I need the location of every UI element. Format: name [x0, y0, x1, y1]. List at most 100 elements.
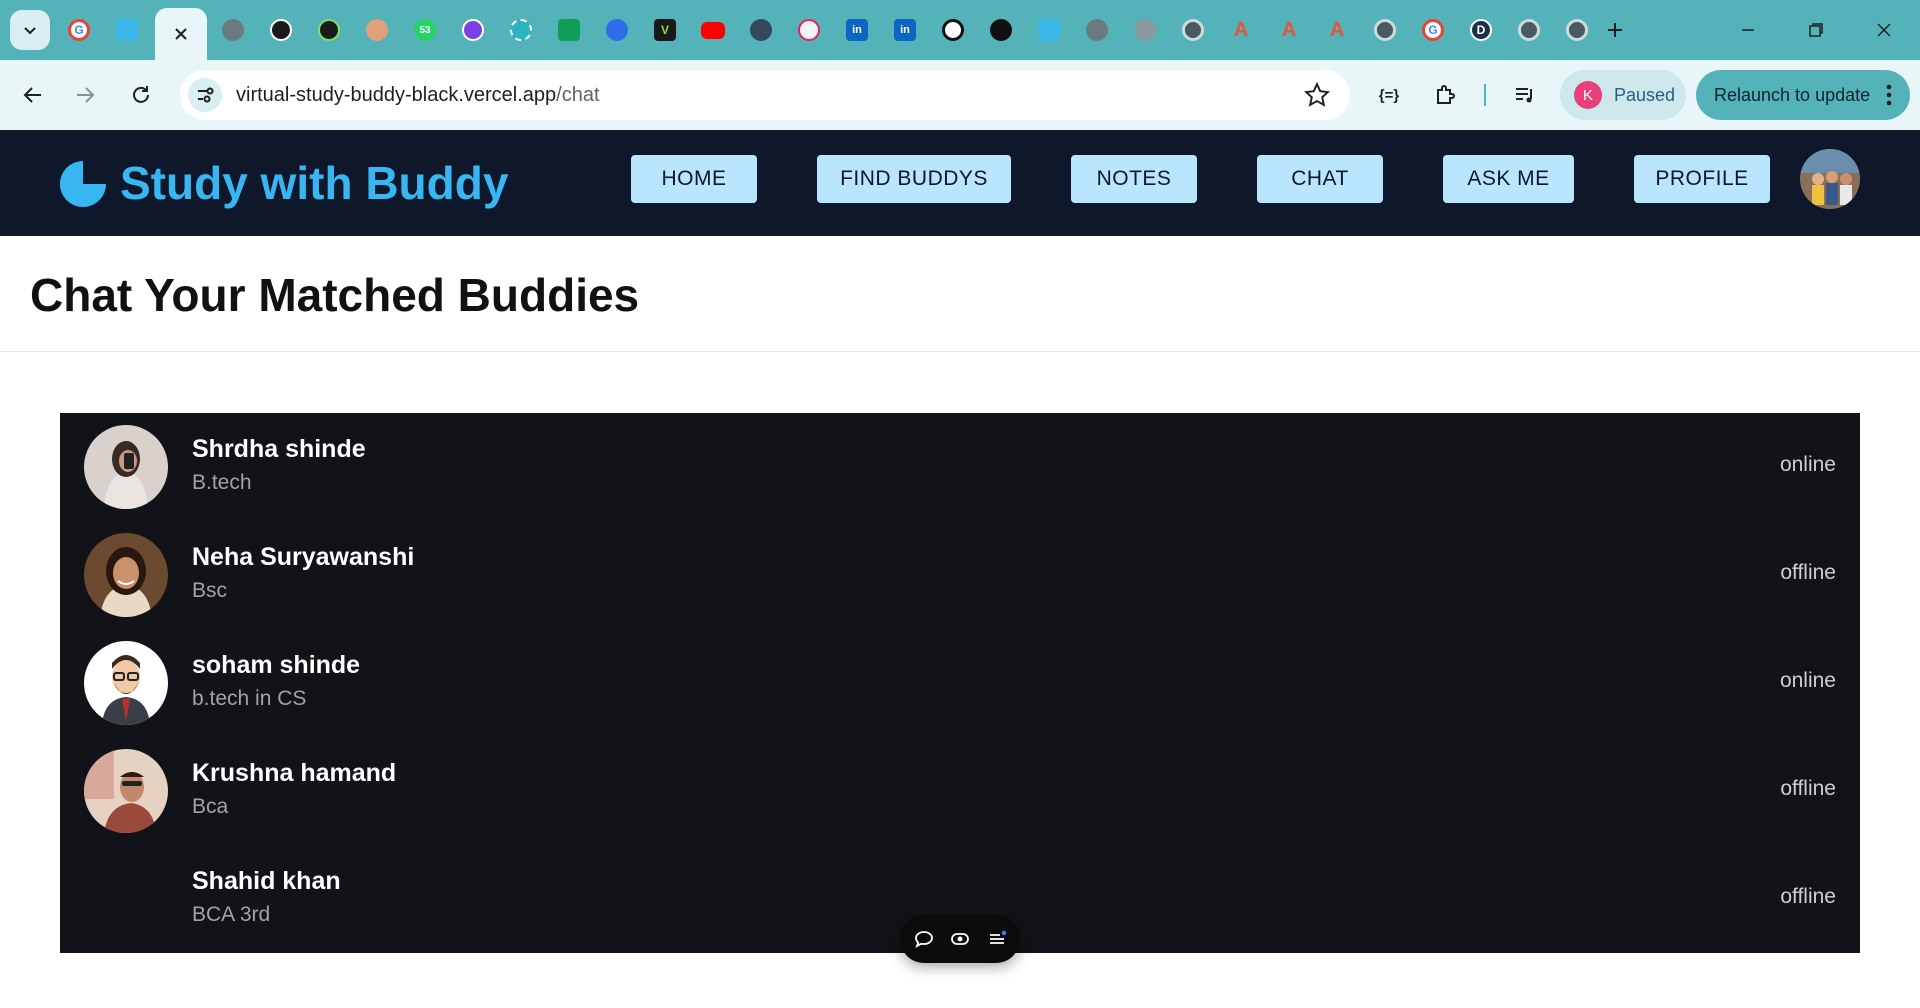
- chrome-icon: [1518, 19, 1540, 41]
- extension-json-button[interactable]: {=}: [1372, 78, 1406, 112]
- tab-linkedin-2[interactable]: in: [892, 17, 918, 43]
- nav-find-buddys[interactable]: FIND BUDDYS: [817, 155, 1011, 203]
- tab-a-1[interactable]: A: [1228, 17, 1254, 43]
- site-info-icon[interactable]: [188, 78, 222, 112]
- nav-chat[interactable]: CHAT: [1257, 155, 1383, 203]
- nav-home[interactable]: HOME: [631, 155, 757, 203]
- cloud-icon: [606, 19, 628, 41]
- triangle-a-icon: A: [1233, 18, 1249, 41]
- nav-notes[interactable]: NOTES: [1071, 155, 1197, 203]
- media-controls-button[interactable]: [1508, 78, 1542, 112]
- tab-google-2[interactable]: G: [1420, 17, 1446, 43]
- tab-site-7[interactable]: [508, 17, 534, 43]
- buddy-status: online: [1779, 453, 1836, 476]
- nav-ask-me[interactable]: ASK ME: [1443, 155, 1574, 203]
- page-title: Chat Your Matched Buddies: [30, 269, 640, 321]
- rocket-icon: [750, 19, 772, 41]
- tab-youtube[interactable]: [700, 17, 726, 43]
- braces-icon: {=}: [1378, 86, 1400, 104]
- comment-button[interactable]: [911, 926, 937, 952]
- profile-status: Paused: [1614, 84, 1676, 105]
- tab-globe-3[interactable]: [1132, 17, 1158, 43]
- tab-chrome-1[interactable]: [1180, 17, 1206, 43]
- minimize-button[interactable]: [1728, 12, 1768, 48]
- menu-button[interactable]: [984, 926, 1010, 952]
- avatar-icon: [366, 19, 388, 41]
- address-bar[interactable]: virtual-study-buddy-black.vercel.app/cha…: [180, 70, 1350, 120]
- tab-site-9[interactable]: [604, 17, 630, 43]
- tab-whatsapp[interactable]: 53: [412, 17, 438, 43]
- profile-avatar: K: [1574, 81, 1602, 109]
- chrome-icon: [1566, 19, 1588, 41]
- list-icon: [989, 930, 1006, 944]
- tab-site-13[interactable]: [796, 17, 822, 43]
- buddy-row[interactable]: Krushna hamand Bca offline: [60, 737, 1860, 845]
- tab-vercel[interactable]: V: [652, 17, 678, 43]
- tab-a-2[interactable]: A: [1276, 17, 1302, 43]
- close-window-button[interactable]: [1864, 12, 1904, 48]
- tab-linkedin-1[interactable]: in: [844, 17, 870, 43]
- forward-button[interactable]: [66, 76, 104, 114]
- n-logo-icon: [462, 19, 484, 41]
- v-logo-icon: V: [654, 19, 676, 41]
- bookmark-star-icon[interactable]: [1304, 82, 1330, 108]
- tab-meet[interactable]: [556, 17, 582, 43]
- app-icon: [1038, 19, 1060, 41]
- tab-globe-1[interactable]: [220, 17, 246, 43]
- tab-site-4[interactable]: [364, 17, 390, 43]
- tab-app-2[interactable]: [1036, 17, 1062, 43]
- openai-icon: [942, 19, 964, 41]
- buddy-status: offline: [1780, 885, 1836, 908]
- buddy-row[interactable]: Neha Suryawanshi Bsc offline: [60, 521, 1860, 629]
- tab-chrome-3[interactable]: [1516, 17, 1542, 43]
- tab-chrome-4[interactable]: [1564, 17, 1590, 43]
- url-path: /chat: [556, 84, 600, 106]
- tab-app[interactable]: [114, 17, 140, 43]
- buddy-row[interactable]: soham shinde b.tech in CS online: [60, 629, 1860, 737]
- close-icon: [1877, 23, 1891, 37]
- arrow-left-icon: [23, 87, 41, 103]
- restore-icon: [1809, 23, 1823, 37]
- url-host: virtual-study-buddy-black.vercel.app: [236, 84, 557, 106]
- user-avatar[interactable]: [1800, 149, 1860, 209]
- brand-name[interactable]: Study with Buddy: [120, 156, 508, 210]
- relaunch-label: Relaunch to update: [1714, 84, 1871, 105]
- buddy-avatar: [84, 641, 168, 725]
- reload-button[interactable]: [122, 76, 160, 114]
- tab-site-2[interactable]: [268, 17, 294, 43]
- buddy-name: Krushna hamand: [192, 759, 397, 787]
- tab-site-3[interactable]: [316, 17, 342, 43]
- tab-google[interactable]: G: [66, 17, 92, 43]
- active-tab[interactable]: [155, 8, 207, 60]
- extensions-button[interactable]: [1428, 78, 1462, 112]
- page-title-bar: Chat Your Matched Buddies: [0, 236, 1920, 352]
- tab-chatgpt[interactable]: [940, 17, 966, 43]
- globe-icon: [222, 19, 244, 41]
- tab-search-button[interactable]: [10, 10, 50, 50]
- url-text: virtual-study-buddy-black.vercel.app/cha…: [236, 84, 600, 107]
- buddy-course: Bsc: [192, 579, 228, 602]
- tab-d[interactable]: D: [1468, 17, 1494, 43]
- buddy-list: Shrdha shinde B.tech online Neha Suryawa…: [60, 413, 1860, 953]
- whatsapp-icon: 53: [414, 19, 436, 41]
- relaunch-button[interactable]: Relaunch to update: [1696, 70, 1910, 120]
- nav-profile[interactable]: PROFILE: [1634, 155, 1770, 203]
- restore-button[interactable]: [1796, 12, 1836, 48]
- tab-site-12[interactable]: [748, 17, 774, 43]
- view-button[interactable]: [947, 926, 973, 952]
- buddy-course: Bca: [192, 795, 229, 818]
- buddy-row[interactable]: Shrdha shinde B.tech online: [60, 413, 1860, 521]
- buddy-course: b.tech in CS: [192, 687, 307, 710]
- tab-chrome-2[interactable]: [1372, 17, 1398, 43]
- profile-button[interactable]: K Paused: [1560, 70, 1686, 120]
- tab-globe-2[interactable]: [1084, 17, 1110, 43]
- tab-a-3[interactable]: A: [1324, 17, 1350, 43]
- back-button[interactable]: [14, 76, 52, 114]
- buddy-avatar: [84, 425, 168, 509]
- tab-site-6[interactable]: [460, 17, 486, 43]
- tab-github[interactable]: [988, 17, 1014, 43]
- comment-icon: [914, 931, 933, 948]
- new-tab-button[interactable]: [1602, 17, 1628, 43]
- bolt-icon: [318, 19, 340, 41]
- meet-icon: [558, 19, 580, 41]
